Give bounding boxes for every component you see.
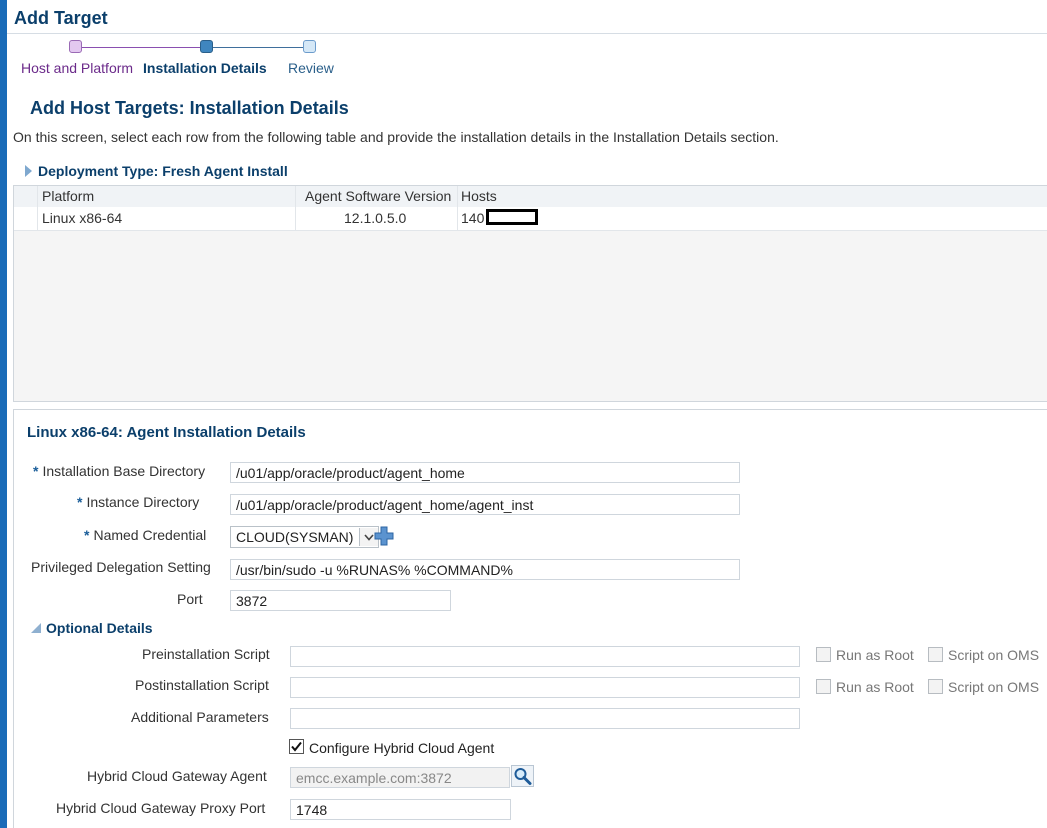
deployment-type-label: Deployment Type: Fresh Agent Install	[38, 163, 288, 179]
gateway-proxy-port-label: Hybrid Cloud Gateway Proxy Port	[56, 800, 266, 816]
required-marker: *	[77, 494, 83, 510]
preinstall-input[interactable]	[290, 646, 800, 667]
postinstall-script-on-oms-label: Script on OMS	[948, 679, 1040, 695]
checkmark-icon	[291, 741, 302, 752]
section-title: Add Host Targets: Installation Details	[30, 98, 349, 118]
train-stop-review[interactable]	[303, 40, 316, 53]
required-marker: *	[33, 463, 39, 479]
redaction-box	[486, 209, 538, 225]
instance-dir-label: * Instance Directory	[77, 494, 200, 510]
cell-hosts[interactable]: 140	[461, 210, 484, 226]
page-title: Add Target	[14, 8, 108, 28]
column-divider	[457, 186, 458, 230]
named-credential-label: * Named Credential	[84, 527, 207, 543]
column-divider	[37, 186, 38, 230]
preinstall-run-as-root-label: Run as Root	[836, 647, 914, 663]
table-header-row: Platform Agent Software Version Hosts	[14, 186, 1047, 208]
install-base-input[interactable]	[230, 462, 740, 483]
optional-details-header[interactable]: Optional Details	[31, 620, 153, 636]
instance-dir-input[interactable]	[230, 494, 740, 515]
install-base-label: * Installation Base Directory	[33, 463, 206, 479]
expand-triangle-icon[interactable]	[25, 165, 32, 177]
gateway-agent-label: Hybrid Cloud Gateway Agent	[87, 768, 267, 784]
postinstall-run-as-root-label: Run as Root	[836, 679, 914, 695]
additional-params-label: Additional Parameters	[131, 709, 269, 725]
train-connector-1	[82, 47, 200, 48]
hybrid-cloud-label: Configure Hybrid Cloud Agent	[309, 740, 495, 756]
instructions-text: On this screen, select each row from the…	[13, 129, 779, 145]
named-credential-value: CLOUD(SYSMAN)	[236, 529, 354, 545]
additional-params-input[interactable]	[290, 708, 800, 729]
deployment-type-header[interactable]: Deployment Type: Fresh Agent Install	[25, 163, 288, 179]
search-icon[interactable]	[511, 765, 534, 787]
left-accent-bar	[0, 0, 7, 828]
column-header-agent-version[interactable]: Agent Software Version	[305, 188, 451, 204]
train-connector-2	[213, 47, 303, 48]
port-label: Port	[177, 591, 203, 607]
platform-table: Platform Agent Software Version Hosts Li…	[13, 185, 1047, 402]
preinstall-script-on-oms-checkbox[interactable]	[928, 647, 943, 662]
postinstall-run-as-root-checkbox[interactable]	[816, 679, 831, 694]
train-label-installation-details: Installation Details	[143, 60, 267, 76]
preinstall-label: Preinstallation Script	[142, 646, 270, 662]
train-stop-installation-details	[200, 40, 213, 53]
train-label-review[interactable]: Review	[288, 60, 334, 76]
column-header-hosts[interactable]: Hosts	[461, 188, 497, 204]
hybrid-cloud-checkbox[interactable]	[289, 739, 304, 754]
column-divider	[295, 186, 296, 230]
gateway-agent-input[interactable]	[290, 767, 510, 788]
postinstall-label: Postinstallation Script	[135, 677, 269, 693]
priv-delegation-input[interactable]	[230, 559, 740, 580]
required-marker: *	[84, 527, 90, 543]
add-credential-plus-icon[interactable]	[374, 526, 394, 546]
port-input[interactable]	[230, 590, 451, 611]
postinstall-script-on-oms-checkbox[interactable]	[928, 679, 943, 694]
collapse-triangle-icon[interactable]	[31, 623, 41, 633]
column-header-platform[interactable]: Platform	[42, 188, 94, 204]
cell-agent-version: 12.1.0.5.0	[344, 210, 407, 226]
installation-details-title: Linux x86-64: Agent Installation Details	[27, 424, 306, 441]
priv-delegation-label: Privileged Delegation Setting	[31, 559, 211, 575]
train-stop-host-and-platform[interactable]	[69, 40, 82, 53]
preinstall-script-on-oms-label: Script on OMS	[948, 647, 1040, 663]
gateway-proxy-port-input[interactable]	[290, 799, 511, 820]
postinstall-input[interactable]	[290, 677, 800, 698]
cell-platform: Linux x86-64	[42, 210, 123, 226]
train-label-host-and-platform[interactable]: Host and Platform	[21, 60, 133, 76]
named-credential-select[interactable]: CLOUD(SYSMAN)	[230, 526, 380, 548]
title-divider	[7, 33, 1047, 34]
preinstall-run-as-root-checkbox[interactable]	[816, 647, 831, 662]
